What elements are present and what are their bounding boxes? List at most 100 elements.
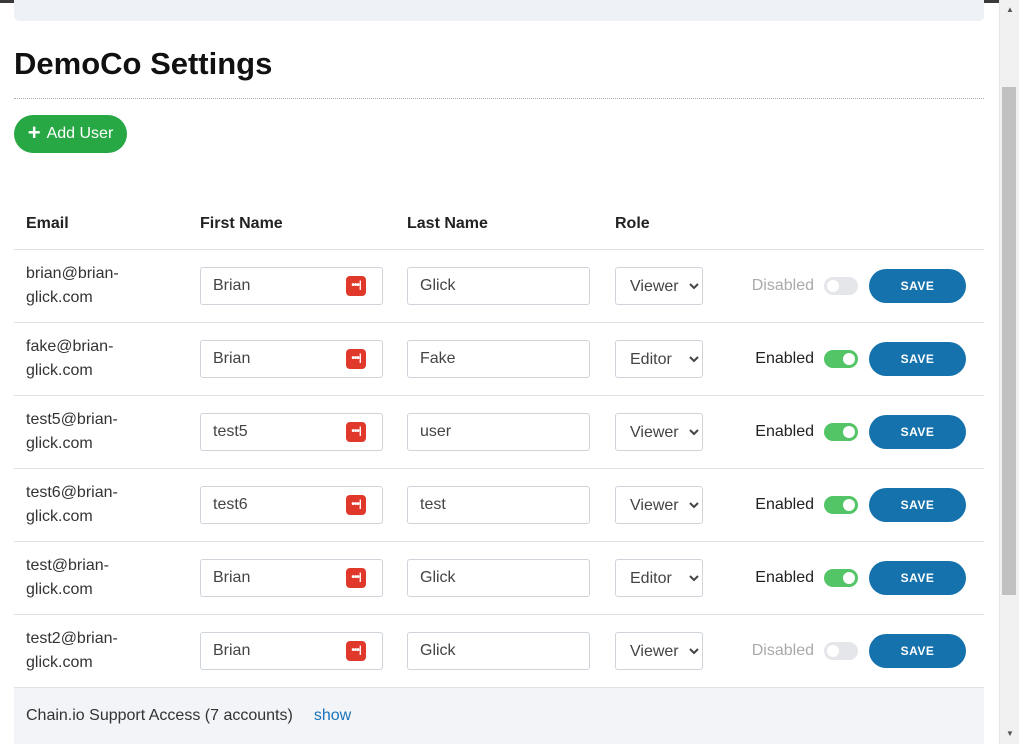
email-text-line1: fake@brian- [26, 338, 114, 355]
save-button[interactable]: SAVE [869, 415, 966, 449]
email-text-line1: brian@brian- [26, 265, 119, 282]
last-name-input[interactable] [407, 413, 590, 451]
role-cell: Viewer [603, 468, 715, 542]
enabled-toggle[interactable] [824, 642, 858, 660]
actions-wrap: Disabled SAVE [727, 634, 984, 668]
last-name-cell [395, 614, 603, 688]
enabled-toggle[interactable] [824, 277, 858, 295]
save-button[interactable]: SAVE [869, 342, 966, 376]
add-user-label: Add User [46, 125, 114, 142]
column-header-last-name: Last Name [395, 198, 603, 250]
actions-cell: Enabled SAVE [715, 468, 984, 542]
last-name-input[interactable] [407, 559, 590, 597]
actions-cell: Disabled SAVE [715, 614, 984, 688]
first-name-cell: •••| [188, 249, 395, 323]
toggle-knob [843, 572, 855, 584]
toggle-knob [843, 426, 855, 438]
first-name-field: •••| [200, 632, 383, 670]
email-cell: test@brian- glick.com [14, 541, 188, 615]
last-name-input[interactable] [407, 340, 590, 378]
role-select[interactable]: Viewer [615, 413, 703, 451]
last-name-cell [395, 468, 603, 542]
email-text-line2: glick.com [26, 289, 93, 306]
status-label: Enabled [755, 423, 814, 440]
column-header-email: Email [14, 198, 188, 250]
role-select[interactable]: Viewer [615, 267, 703, 305]
password-manager-icon[interactable]: •••| [346, 349, 366, 369]
role-select[interactable]: Editor [615, 340, 703, 378]
first-name-cell: •••| [188, 322, 395, 396]
role-select[interactable]: Editor [615, 559, 703, 597]
password-manager-icon[interactable]: •••| [346, 422, 366, 442]
save-button[interactable]: SAVE [869, 561, 966, 595]
first-name-field: •••| [200, 486, 383, 524]
user-row: test@brian- glick.com •••| Editor Enable… [14, 541, 984, 615]
scroll-down-arrow-icon[interactable]: ▼ [1000, 726, 1019, 742]
password-manager-icon[interactable]: •••| [346, 276, 366, 296]
last-name-field [407, 486, 590, 524]
first-name-cell: •••| [188, 468, 395, 542]
first-name-cell: •••| [188, 614, 395, 688]
enabled-toggle[interactable] [824, 350, 858, 368]
actions-wrap: Enabled SAVE [727, 561, 984, 595]
last-name-cell [395, 249, 603, 323]
column-header-first-name: First Name [188, 198, 395, 250]
save-button[interactable]: SAVE [869, 269, 966, 303]
vertical-scrollbar[interactable]: ▲ ▼ [999, 0, 1019, 744]
email-cell: fake@brian- glick.com [14, 322, 188, 396]
toggle-knob [827, 645, 839, 657]
support-access-text: Chain.io Support Access (7 accounts) [26, 707, 293, 724]
first-name-field: •••| [200, 413, 383, 451]
role-cell: Viewer [603, 395, 715, 469]
role-select[interactable]: Viewer [615, 486, 703, 524]
email-cell: test5@brian- glick.com [14, 395, 188, 469]
enabled-toggle[interactable] [824, 496, 858, 514]
page-title: DemoCo Settings [14, 46, 273, 81]
status-wrap: Enabled [727, 423, 858, 441]
user-row: test6@brian- glick.com •••| Viewer Enabl… [14, 468, 984, 542]
title-divider [14, 98, 984, 99]
enabled-toggle[interactable] [824, 423, 858, 441]
email-text-line2: glick.com [26, 654, 93, 671]
show-support-accounts-link[interactable]: show [314, 707, 351, 725]
email-text-line1: test5@brian- [26, 411, 118, 428]
last-name-field [407, 559, 590, 597]
enabled-toggle[interactable] [824, 569, 858, 587]
last-name-field [407, 267, 590, 305]
password-manager-icon[interactable]: •••| [346, 568, 366, 588]
users-table-body: brian@brian- glick.com •••| Viewer Disab… [14, 249, 984, 688]
role-select[interactable]: Viewer [615, 632, 703, 670]
email-text-line2: glick.com [26, 362, 93, 379]
actions-cell: Disabled SAVE [715, 249, 984, 323]
scrollbar-thumb[interactable] [1002, 87, 1016, 595]
password-manager-icon[interactable]: •••| [346, 641, 366, 661]
password-manager-icon[interactable]: •••| [346, 495, 366, 515]
save-button[interactable]: SAVE [869, 488, 966, 522]
first-name-cell: •••| [188, 541, 395, 615]
actions-wrap: Disabled SAVE [727, 269, 984, 303]
first-name-field: •••| [200, 340, 383, 378]
last-name-cell [395, 395, 603, 469]
actions-wrap: Enabled SAVE [727, 488, 984, 522]
last-name-input[interactable] [407, 632, 590, 670]
status-label: Disabled [751, 277, 814, 294]
email-text-line2: glick.com [26, 435, 93, 452]
email-text-line2: glick.com [26, 508, 93, 525]
email-text-line2: glick.com [26, 581, 93, 598]
last-name-input[interactable] [407, 267, 590, 305]
actions-wrap: Enabled SAVE [727, 415, 984, 449]
email-cell: test6@brian- glick.com [14, 468, 188, 542]
status-wrap: Enabled [727, 569, 858, 587]
role-cell: Editor [603, 322, 715, 396]
status-label: Enabled [755, 569, 814, 586]
save-button[interactable]: SAVE [869, 634, 966, 668]
last-name-cell [395, 541, 603, 615]
role-cell: Editor [603, 541, 715, 615]
email-cell: test2@brian- glick.com [14, 614, 188, 688]
last-name-input[interactable] [407, 486, 590, 524]
scroll-up-arrow-icon[interactable]: ▲ [1000, 2, 1019, 18]
role-cell: Viewer [603, 249, 715, 323]
add-user-button[interactable]: + Add User [14, 115, 127, 153]
first-name-cell: •••| [188, 395, 395, 469]
table-header-row: Email First Name Last Name Role [14, 198, 984, 250]
